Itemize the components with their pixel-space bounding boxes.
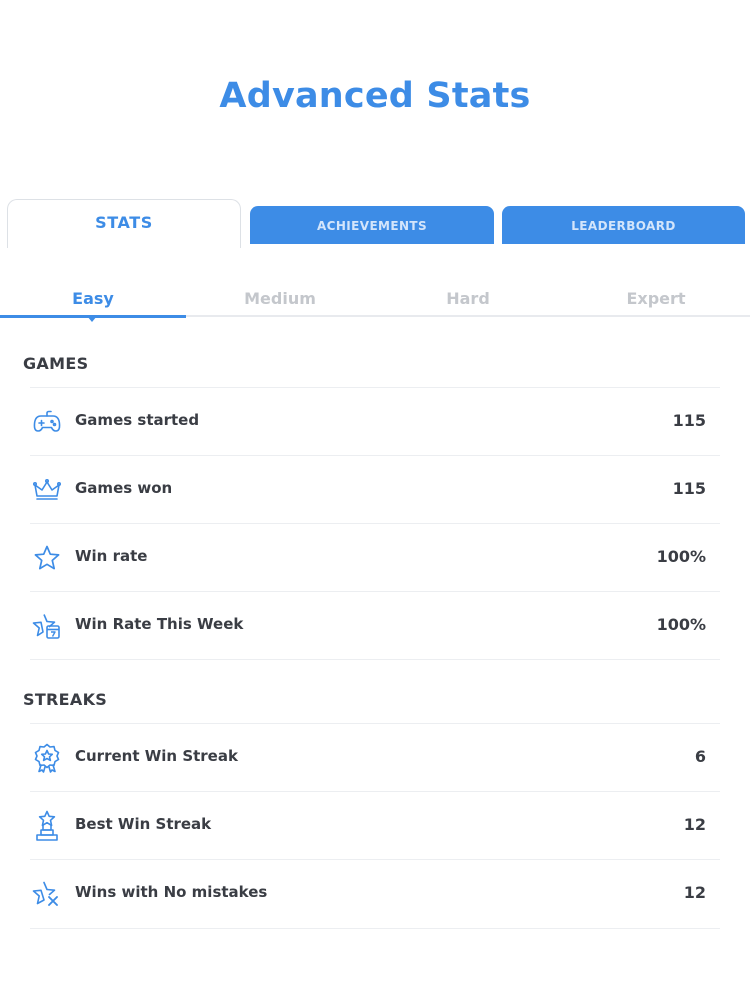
stat-value: 6 [694,747,706,766]
star-calendar-icon [32,611,62,641]
stat-value: 100% [656,615,706,634]
difficulty-tab-hard[interactable]: Hard [374,280,562,318]
stat-row-games-won: Games won 115 [30,455,720,523]
stat-row-current-win-streak: Current Win Streak 6 [30,723,720,791]
stat-row-wins-no-mistakes: Wins with No mistakes 12 [30,859,720,927]
main-tabs: STATS ACHIEVEMENTS LEADERBOARD [0,198,750,248]
stat-value: 12 [683,815,706,834]
stat-row-win-rate: Win rate 100% [30,523,720,591]
trophy-icon [32,810,62,841]
stat-value: 100% [656,547,706,566]
stat-value: 115 [672,479,706,498]
section-title-games: GAMES [23,354,89,373]
stat-label: Best Win Streak [75,815,212,833]
advanced-stats-screen: Advanced Stats STATS ACHIEVEMENTS LEADER… [0,0,750,1000]
tab-stats[interactable]: STATS [7,199,241,248]
crown-icon [32,475,62,505]
stat-row-games-started: Games started 115 [30,387,720,455]
difficulty-tab-easy[interactable]: Easy [0,280,186,318]
difficulty-tab-expert[interactable]: Expert [562,280,750,318]
tab-leaderboard[interactable]: LEADERBOARD [502,206,745,244]
star-icon [32,543,62,573]
stat-value: 12 [683,883,706,902]
stat-label: Win rate [75,547,148,565]
gamepad-icon [32,407,62,437]
difficulty-tabs: Easy Medium Hard Expert [0,280,750,320]
stat-label: Win Rate This Week [75,615,244,633]
page-title: Advanced Stats [219,76,531,116]
divider [30,928,720,929]
stat-label: Games started [75,411,200,429]
stat-label: Games won [75,479,173,497]
stat-value: 115 [672,411,706,430]
stat-row-win-rate-this-week: Win Rate This Week 100% [30,591,720,659]
section-title-streaks: STREAKS [23,690,108,709]
medal-icon [32,743,62,773]
stat-label: Current Win Streak [75,747,238,765]
stat-label: Wins with No mistakes [75,883,268,901]
star-cross-icon [32,879,62,909]
difficulty-tab-medium[interactable]: Medium [186,280,374,318]
active-tab-caret [87,316,97,322]
tab-achievements[interactable]: ACHIEVEMENTS [250,206,494,244]
stat-row-best-win-streak: Best Win Streak 12 [30,791,720,859]
divider [30,659,720,660]
